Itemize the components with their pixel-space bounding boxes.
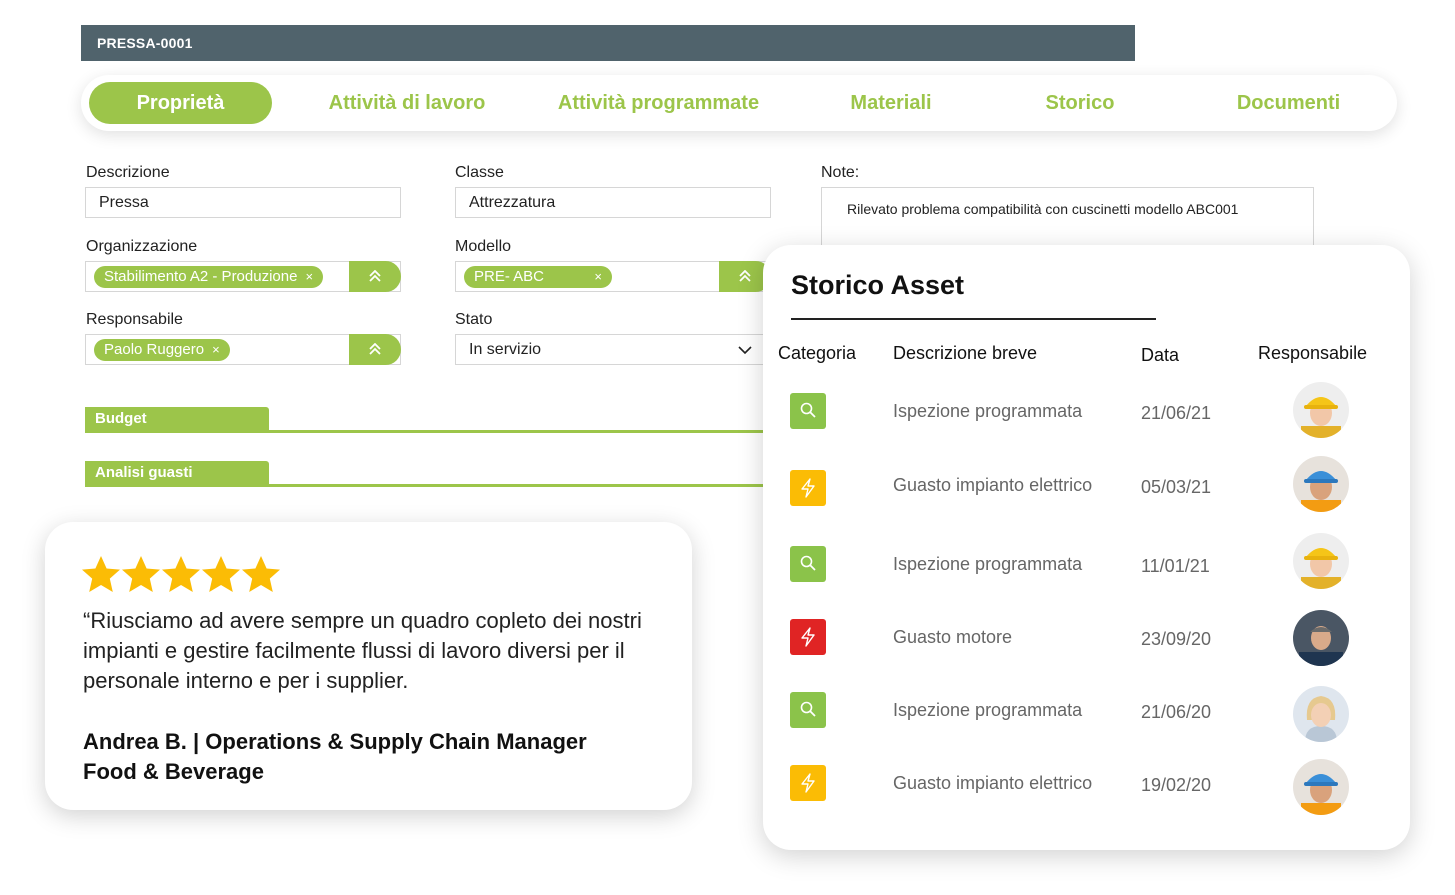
lightning-icon — [801, 627, 815, 647]
note-text: Rilevato problema compatibilità con cusc… — [847, 201, 1239, 217]
avatar-person-blonde — [1293, 686, 1349, 742]
responsabile-select[interactable]: Paolo Ruggero × — [85, 334, 401, 365]
column-header-data: Data — [1141, 345, 1180, 365]
chevron-down-icon — [738, 346, 752, 355]
responsabile-label: Responsabile — [86, 311, 183, 328]
column-header-responsabile: Responsabile — [1258, 343, 1368, 363]
star-rating-icons — [82, 556, 280, 592]
row-date: 11/01/21 — [1141, 556, 1210, 576]
row-description: Guasto motore — [893, 627, 1013, 647]
responsabile-expand-button[interactable] — [349, 334, 401, 365]
section-budget-header[interactable]: Budget — [85, 407, 269, 432]
tab-documenti[interactable]: Documenti — [1211, 82, 1366, 124]
column-header-categoria: Categoria — [778, 343, 857, 363]
asset-header-bar: PRESSA-0001 — [81, 25, 1135, 61]
organizzazione-chip: Stabilimento A2 - Produzione × — [94, 266, 324, 288]
organizzazione-select[interactable]: Stabilimento A2 - Produzione × — [85, 261, 401, 292]
row-date: 05/03/21 — [1141, 477, 1212, 497]
descrizione-label: Descrizione — [86, 164, 170, 181]
note-label: Note: — [821, 164, 860, 181]
lightning-icon — [801, 773, 815, 793]
double-chevron-up-icon — [369, 343, 381, 355]
avatar-worker-blue-helmet — [1293, 759, 1349, 815]
stato-select[interactable]: In servizio — [455, 334, 771, 365]
author-name-role: Andrea B. | Operations & Supply Chain Ma… — [83, 729, 587, 754]
classe-label: Classe — [455, 164, 504, 181]
modello-select[interactable]: PRE- ABC × — [455, 261, 771, 292]
star-icon — [122, 556, 160, 592]
avatar-worker-yellow-helmet — [1293, 382, 1349, 438]
section-analisi-guasti-label: Analisi guasti — [95, 464, 193, 481]
testimonial-card: “Riusciamo ad avere sempre un quadro cop… — [45, 522, 692, 810]
column-header-descrizione: Descrizione breve — [893, 343, 1038, 363]
lightning-icon — [801, 478, 815, 498]
row-description: Guasto impianto elettrico — [893, 475, 1093, 495]
chip-remove-icon[interactable]: × — [594, 266, 602, 288]
storico-title: Storico Asset — [791, 270, 965, 300]
responsabile-chip-label: Paolo Ruggero — [104, 341, 205, 358]
search-icon — [800, 555, 816, 571]
star-icon — [162, 556, 200, 592]
stato-label: Stato — [455, 311, 493, 328]
responsabile-chip: Paolo Ruggero × — [94, 339, 230, 361]
modello-chip: PRE- ABC × — [464, 266, 612, 288]
modello-chip-label: PRE- ABC — [474, 268, 545, 285]
category-badge-inspection — [790, 393, 826, 429]
organizzazione-expand-button[interactable] — [349, 261, 401, 292]
avatar-worker-mechanic — [1293, 610, 1349, 666]
row-date: 19/02/20 — [1141, 775, 1212, 795]
stato-value: In servizio — [469, 341, 542, 358]
section-budget-divider — [85, 430, 765, 433]
category-badge-electrical — [790, 470, 826, 506]
category-badge-failure — [790, 619, 826, 655]
row-description: Guasto impianto elettrico — [893, 773, 1093, 793]
descrizione-field[interactable]: Pressa — [85, 187, 401, 218]
row-description: Ispezione programmata — [893, 700, 1083, 720]
tab-bar: Proprietà Attività di lavoro Attività pr… — [81, 75, 1397, 131]
avatar-worker-blue-helmet — [1293, 456, 1349, 512]
double-chevron-up-icon — [369, 270, 381, 282]
search-icon — [800, 402, 816, 418]
category-badge-inspection — [790, 546, 826, 582]
row-description: Ispezione programmata — [893, 554, 1083, 574]
row-description: Ispezione programmata — [893, 401, 1083, 421]
classe-field[interactable]: Attrezzatura — [455, 187, 771, 218]
category-badge-inspection — [790, 692, 826, 728]
row-date: 21/06/20 — [1141, 702, 1212, 722]
section-analisi-guasti-header[interactable]: Analisi guasti — [85, 461, 269, 486]
star-icon — [242, 556, 280, 592]
tab-attivita-lavoro[interactable]: Attività di lavoro — [297, 82, 517, 124]
author-industry: Food & Beverage — [83, 759, 264, 784]
section-budget-label: Budget — [95, 410, 147, 427]
section-analisi-guasti-divider — [85, 484, 765, 487]
star-rating — [81, 555, 281, 600]
testimonial-quote: “Riusciamo ad avere sempre un quadro cop… — [83, 608, 642, 693]
chip-remove-icon[interactable]: × — [305, 269, 313, 284]
row-date: 21/06/21 — [1141, 403, 1212, 423]
storico-title-underline — [791, 318, 1156, 320]
tab-materiali[interactable]: Materiali — [821, 82, 961, 124]
storico-asset-card: Storico Asset Categoria Descrizione brev… — [763, 245, 1410, 850]
organizzazione-chip-label: Stabilimento A2 - Produzione — [104, 268, 298, 285]
star-icon — [202, 556, 240, 592]
modello-label: Modello — [455, 238, 512, 255]
tab-proprieta[interactable]: Proprietà — [89, 82, 272, 124]
row-date: 23/09/20 — [1141, 629, 1212, 649]
search-icon — [800, 701, 816, 717]
tab-storico[interactable]: Storico — [1016, 82, 1144, 124]
testimonial-author: Andrea B. | Operations & Supply Chain Ma… — [83, 727, 663, 787]
double-chevron-up-icon — [739, 270, 751, 282]
avatar-worker-yellow-helmet — [1293, 533, 1349, 589]
organizzazione-label: Organizzazione — [86, 238, 198, 255]
tab-attivita-programmate[interactable]: Attività programmate — [536, 82, 781, 124]
chip-remove-icon[interactable]: × — [212, 342, 220, 357]
star-icon — [82, 556, 120, 592]
asset-title: PRESSA-0001 — [97, 35, 193, 51]
category-badge-electrical — [790, 765, 826, 801]
